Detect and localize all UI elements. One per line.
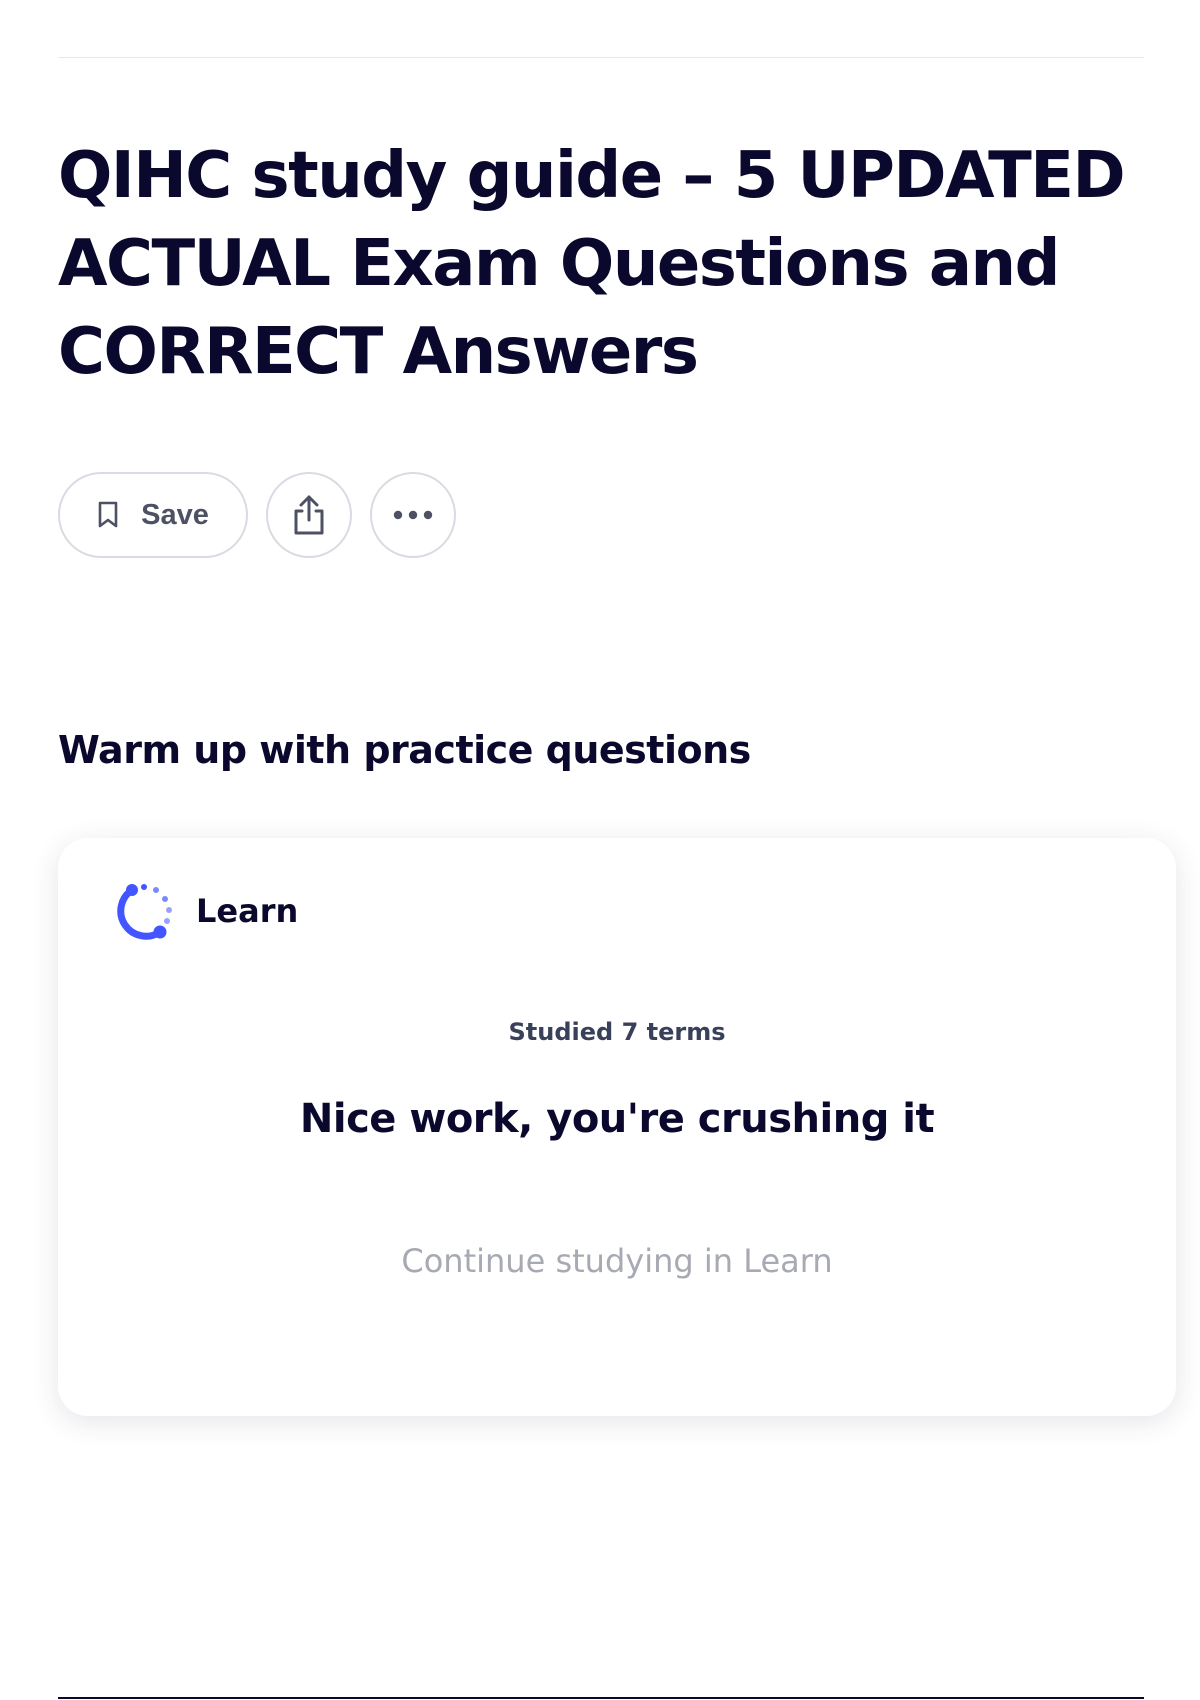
progress-message: Nice work, you're crushing it — [299, 1096, 935, 1142]
studied-terms-count: Studied 7 terms — [508, 1018, 726, 1046]
learn-card-header: Learn — [114, 880, 298, 942]
share-button[interactable] — [266, 472, 352, 558]
action-toolbar: Save — [58, 472, 456, 558]
learn-progress-icon — [114, 880, 176, 942]
save-button[interactable]: Save — [58, 472, 248, 558]
practice-section-heading: Warm up with practice questions — [58, 728, 751, 772]
more-options-button[interactable] — [370, 472, 456, 558]
page-title: QIHC study guide – 5 UPDATED ACTUAL Exam… — [58, 139, 1126, 389]
continue-learn-button[interactable]: Continue studying in Learn — [401, 1242, 832, 1280]
top-divider — [58, 57, 1144, 58]
bookmark-icon — [97, 501, 119, 529]
learn-mode-label: Learn — [196, 892, 299, 930]
share-icon — [290, 493, 328, 537]
more-horizontal-icon — [392, 509, 434, 521]
learn-card[interactable]: Learn Studied 7 terms Nice work, you're … — [58, 838, 1176, 1416]
study-guide-page: QIHC study guide – 5 UPDATED ACTUAL Exam… — [0, 0, 1200, 1700]
bottom-divider — [58, 1697, 1144, 1699]
save-button-label: Save — [141, 498, 209, 531]
